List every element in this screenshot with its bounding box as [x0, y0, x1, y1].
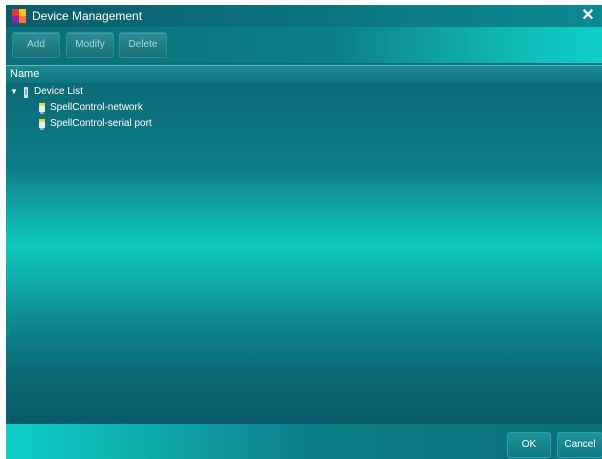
app-icon — [12, 9, 26, 23]
toolbar: Add Modify Delete — [6, 27, 602, 63]
close-icon: ✕ — [581, 7, 595, 24]
dialog-footer: OK Cancel — [6, 424, 602, 459]
name-column-label: Name — [10, 68, 40, 80]
device-list-icon — [24, 87, 28, 98]
cancel-button[interactable]: Cancel — [557, 432, 602, 458]
tree-node-label: SpellControl-network — [50, 102, 143, 113]
tree-node-device-list[interactable]: ▼ Device List — [10, 86, 210, 100]
delete-button[interactable]: Delete — [119, 32, 167, 58]
window-title: Device Management — [32, 9, 143, 23]
device-icon — [39, 119, 45, 130]
modify-button[interactable]: Modify — [66, 32, 114, 58]
column-header[interactable]: Name — [6, 65, 602, 84]
ok-button[interactable]: OK — [507, 432, 551, 458]
add-button[interactable]: Add — [12, 32, 60, 58]
tree-node-device[interactable]: SpellControl-network — [38, 102, 258, 116]
device-tree[interactable]: ▼ Device List SpellControl-network Spell… — [6, 83, 602, 424]
device-management-dialog: Device Management ✕ Add Modify Delete Na… — [6, 5, 602, 459]
device-icon — [39, 103, 45, 114]
tree-node-label: Device List — [34, 86, 83, 97]
expand-arrow-icon[interactable]: ▼ — [10, 87, 20, 97]
tree-node-label: SpellControl-serial port — [50, 118, 152, 129]
close-button[interactable]: ✕ — [580, 6, 596, 26]
tree-node-device[interactable]: SpellControl-serial port — [38, 118, 258, 132]
title-bar[interactable]: Device Management ✕ — [6, 5, 602, 27]
